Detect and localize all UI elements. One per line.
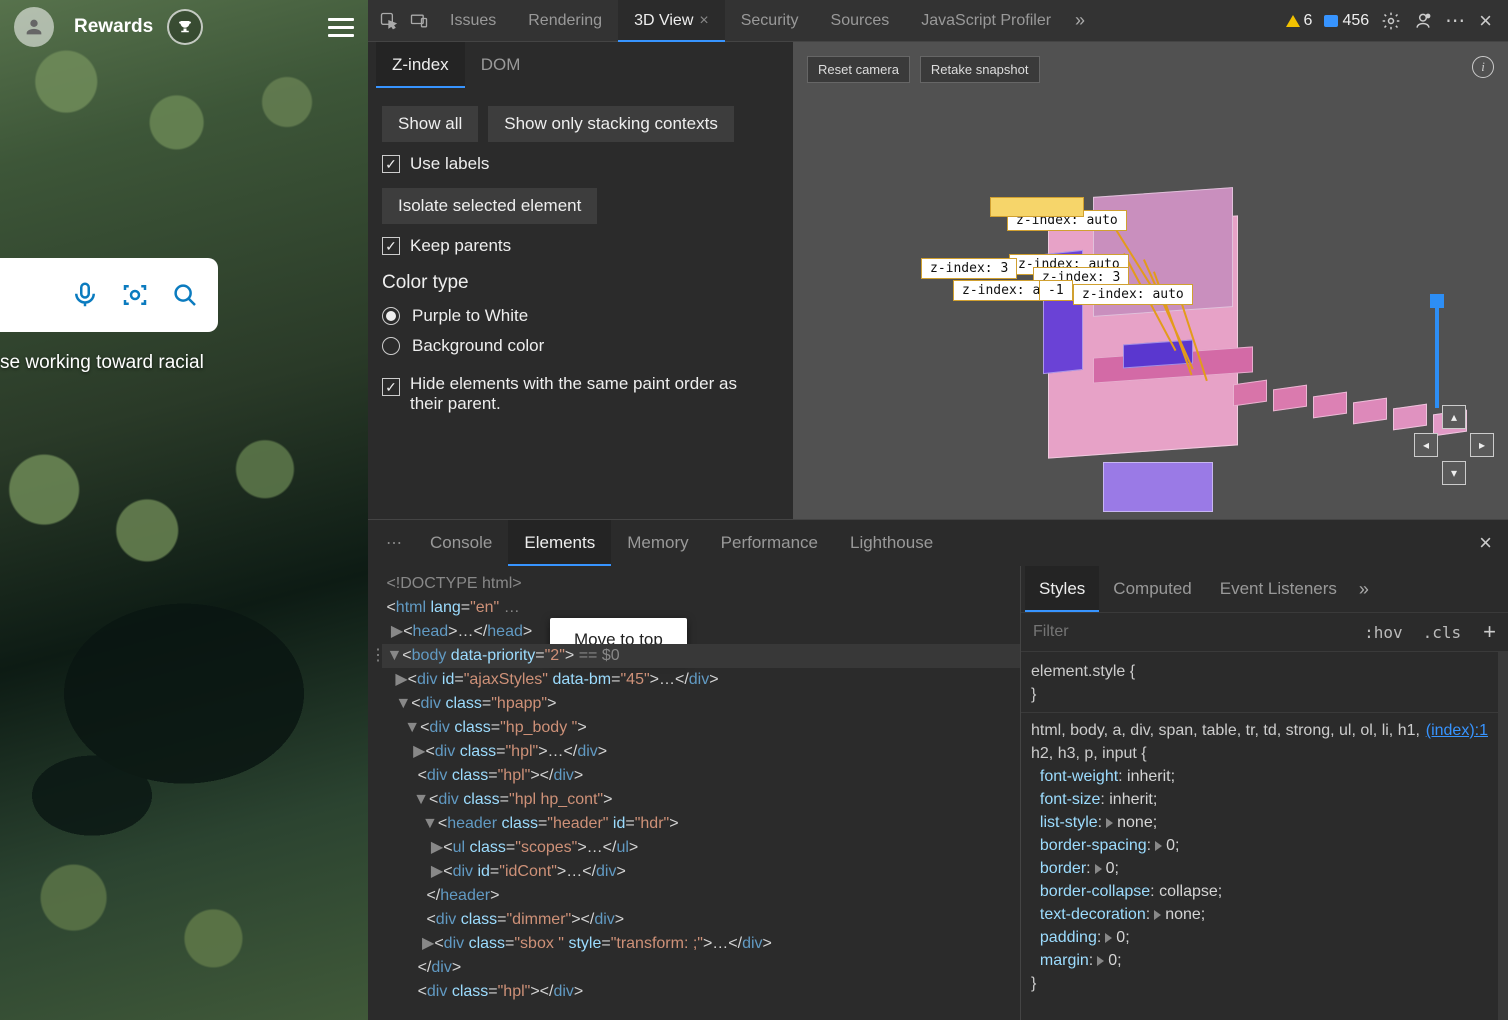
drawer-close-icon[interactable]: × (1479, 530, 1492, 556)
tab-3dview[interactable]: 3D View× (618, 0, 725, 42)
styles-filter-input[interactable] (1021, 623, 1354, 641)
nav-left-icon[interactable]: ◂ (1414, 433, 1438, 457)
zindex-label (990, 197, 1084, 217)
tab-rendering[interactable]: Rendering (512, 0, 618, 42)
layer-block (1103, 462, 1213, 512)
tabs-overflow-icon[interactable]: » (1067, 10, 1093, 31)
inspect-icon[interactable] (374, 6, 404, 36)
search-icon[interactable] (170, 280, 200, 310)
use-labels-label: Use labels (410, 154, 489, 174)
more-icon[interactable]: ⋯ (1445, 8, 1467, 33)
drawer-more-icon[interactable]: ⋯ (376, 533, 414, 553)
styles-rules[interactable]: element.style { } (index):1html, body, a… (1021, 652, 1508, 1020)
zindex-label: z-index: 3 (921, 258, 1017, 279)
tab-performance[interactable]: Performance (705, 520, 834, 566)
nav-down-icon[interactable]: ▾ (1442, 461, 1466, 485)
info-badge[interactable]: 456 (1324, 12, 1369, 30)
devtools-drawer: ⋯ Console Elements Memory Performance Li… (368, 519, 1508, 1020)
mic-icon[interactable] (70, 280, 100, 310)
subtab-dom[interactable]: DOM (465, 42, 537, 88)
reset-camera-button[interactable]: Reset camera (807, 56, 910, 83)
avatar[interactable] (14, 7, 54, 47)
zindex-label: z-index: auto (1073, 284, 1193, 305)
radio-purple-white[interactable] (382, 307, 400, 325)
keep-parents-label: Keep parents (410, 236, 511, 256)
layer-marker (1435, 308, 1439, 408)
trophy-icon[interactable] (167, 9, 203, 45)
headline-text: se working toward racial (0, 352, 204, 374)
show-all-button[interactable]: Show all (382, 106, 478, 142)
layer-block (1233, 380, 1267, 407)
tab-console[interactable]: Console (414, 520, 508, 566)
3d-canvas[interactable]: Reset camera Retake snapshot i (793, 42, 1508, 519)
zindex-label: -1 (1039, 280, 1073, 301)
cls-button[interactable]: .cls (1413, 623, 1472, 642)
isolate-button[interactable]: Isolate selected element (382, 188, 597, 224)
lens-icon[interactable] (120, 280, 150, 310)
retake-snapshot-button[interactable]: Retake snapshot (920, 56, 1040, 83)
layer-block (1313, 392, 1347, 419)
hide-same-label: Hide elements with the same paint order … (410, 374, 740, 414)
subtab-computed[interactable]: Computed (1099, 566, 1205, 612)
device-icon[interactable] (404, 6, 434, 36)
tab-memory[interactable]: Memory (611, 520, 704, 566)
search-box[interactable] (0, 258, 218, 332)
zindex-sidebar: Z-index DOM Show all Show only stacking … (368, 42, 793, 519)
radio-bgcolor[interactable] (382, 337, 400, 355)
devtools-close-icon[interactable]: × (1479, 8, 1492, 34)
layer-block (1273, 385, 1307, 412)
webpage-viewport: Rewards se working toward racial (0, 0, 368, 1020)
3d-nav-pad: ▴ ◂ ▸ ▾ (1414, 405, 1494, 485)
rewards-label[interactable]: Rewards (74, 16, 153, 38)
warnings-badge[interactable]: 6 (1286, 12, 1313, 30)
tab-elements[interactable]: Elements (508, 520, 611, 566)
styles-panel: Styles Computed Event Listeners » :hov .… (1020, 566, 1508, 1020)
hide-same-checkbox[interactable] (382, 378, 400, 396)
devtools: Issues Rendering 3D View× Security Sourc… (368, 0, 1508, 1020)
tab-jsprofiler[interactable]: JavaScript Profiler (905, 0, 1067, 42)
hov-button[interactable]: :hov (1354, 623, 1413, 642)
layer-block (1353, 398, 1387, 425)
tab-security[interactable]: Security (725, 0, 815, 42)
nav-right-icon[interactable]: ▸ (1470, 433, 1494, 457)
use-labels-checkbox[interactable] (382, 155, 400, 173)
gear-icon[interactable] (1381, 11, 1401, 31)
page-header: Rewards (0, 0, 368, 54)
tab-issues[interactable]: Issues (434, 0, 512, 42)
tab-lighthouse[interactable]: Lighthouse (834, 520, 949, 566)
layer-marker (1430, 294, 1444, 308)
source-link[interactable]: (index):1 (1426, 719, 1488, 742)
feedback-icon[interactable] (1413, 11, 1433, 31)
new-rule-icon[interactable]: + (1471, 619, 1508, 645)
show-stacking-button[interactable]: Show only stacking contexts (488, 106, 734, 142)
keep-parents-checkbox[interactable] (382, 237, 400, 255)
tab-sources[interactable]: Sources (815, 0, 906, 42)
styles-overflow-icon[interactable]: » (1351, 579, 1377, 600)
devtools-tabbar: Issues Rendering 3D View× Security Sourc… (368, 0, 1508, 42)
subtab-zindex[interactable]: Z-index (376, 42, 465, 88)
subtab-styles[interactable]: Styles (1025, 566, 1099, 612)
3dview-panel: Z-index DOM Show all Show only stacking … (368, 42, 1508, 519)
drawer-tabbar: ⋯ Console Elements Memory Performance Li… (368, 520, 1508, 566)
close-icon[interactable]: × (699, 12, 708, 30)
dom-tree[interactable]: Move to top <!DOCTYPE html> <html lang="… (368, 566, 1020, 1020)
nav-up-icon[interactable]: ▴ (1442, 405, 1466, 429)
color-type-heading: Color type (382, 272, 779, 294)
info-icon[interactable]: i (1472, 56, 1494, 78)
subtab-listeners[interactable]: Event Listeners (1206, 566, 1351, 612)
menu-icon[interactable] (328, 18, 354, 37)
